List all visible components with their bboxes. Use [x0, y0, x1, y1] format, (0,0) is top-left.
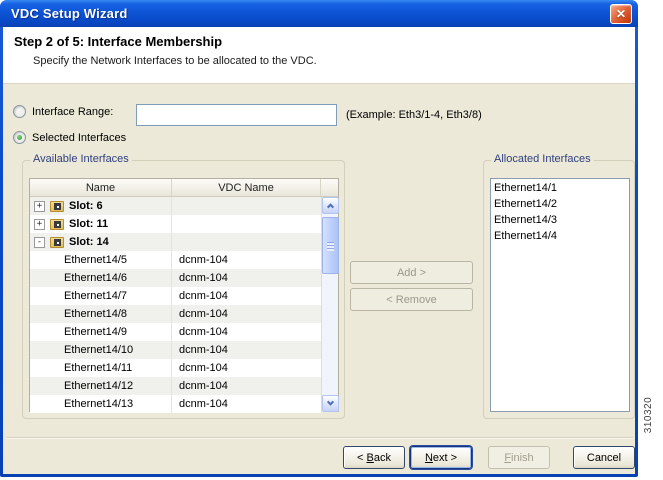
table-row[interactable]: - Slot: 14 — [30, 233, 321, 251]
row-vdc-cell: dcnm-104 — [179, 290, 228, 302]
cancel-button[interactable]: Cancel — [573, 446, 635, 469]
selected-interfaces-option: Selected Interfaces — [13, 131, 126, 144]
expand-icon[interactable]: + — [34, 218, 45, 230]
table-row[interactable]: Ethernet14/10 dcnm-104 — [30, 341, 321, 359]
chevron-down-icon — [326, 398, 335, 406]
row-name-cell: Ethernet14/7 — [30, 287, 172, 305]
title-bar[interactable]: VDC Setup Wizard ✕ — [0, 0, 638, 27]
column-header-name[interactable]: Name — [30, 179, 172, 196]
available-table-scrollbar[interactable] — [321, 197, 339, 412]
allocated-interfaces-group: Allocated Interfaces Ethernet14/1 Etherne… — [483, 153, 635, 419]
slot-icon — [50, 218, 64, 230]
row-name-cell: Ethernet14/5 — [30, 251, 172, 269]
row-vdc-cell: dcnm-104 — [179, 380, 228, 392]
row-label: Ethernet14/5 — [64, 254, 127, 266]
list-item[interactable]: Ethernet14/4 — [491, 228, 629, 244]
table-row[interactable]: Ethernet14/9 dcnm-104 — [30, 323, 321, 341]
row-label: Slot: 11 — [69, 218, 109, 230]
list-item[interactable]: Ethernet14/2 — [491, 196, 629, 212]
table-header-row: Name VDC Name — [30, 179, 338, 197]
next-button[interactable]: Next > — [410, 446, 472, 469]
finish-button[interactable]: Finish — [488, 446, 550, 469]
row-label: Ethernet14/10 — [64, 344, 134, 356]
row-label: Slot: 14 — [69, 236, 109, 248]
scroll-thumb[interactable] — [322, 217, 339, 274]
step-title: Step 2 of 5: Interface Membership — [14, 34, 223, 49]
column-header-vdc-name[interactable]: VDC Name — [172, 179, 321, 196]
interface-range-option: Interface Range: — [13, 105, 113, 118]
row-name-cell: Ethernet14/9 — [30, 323, 172, 341]
table-row[interactable]: Ethernet14/12 dcnm-104 — [30, 377, 321, 395]
interface-range-radio[interactable] — [13, 105, 26, 118]
row-label: Ethernet14/9 — [64, 326, 127, 338]
table-row[interactable]: Ethernet14/6 dcnm-104 — [30, 269, 321, 287]
remove-button[interactable]: < Remove — [350, 288, 473, 311]
scroll-down-button[interactable] — [322, 395, 339, 412]
column-header-filler — [321, 179, 338, 196]
row-name-cell: Ethernet14/12 — [30, 377, 172, 395]
chevron-up-icon — [326, 203, 335, 211]
list-item[interactable]: Ethernet14/3 — [491, 212, 629, 228]
slot-icon — [50, 200, 64, 212]
back-button[interactable]: < Back — [343, 446, 405, 469]
figure-number: 310320 — [643, 396, 654, 434]
table-row[interactable]: + Slot: 11 — [30, 215, 321, 233]
row-vdc-cell: dcnm-104 — [179, 326, 228, 338]
row-label: Ethernet14/11 — [64, 362, 133, 374]
row-label: Slot: 6 — [69, 200, 103, 212]
step-description: Specify the Network Interfaces to be all… — [33, 55, 317, 67]
selected-interfaces-label[interactable]: Selected Interfaces — [32, 132, 126, 144]
row-vdc-cell: dcnm-104 — [179, 344, 228, 356]
row-name-cell: + Slot: 6 — [30, 197, 172, 215]
page: VDC Setup Wizard ✕ Step 2 of 5: Interfac… — [0, 0, 663, 480]
table-row[interactable]: Ethernet14/5 dcnm-104 — [30, 251, 321, 269]
row-vdc-cell: dcnm-104 — [179, 362, 228, 374]
footer-separator — [7, 437, 633, 439]
available-interfaces-table: Name VDC Name + Slot: 6 + Slot: 11 - Slot: 14… — [29, 178, 339, 413]
slot-icon — [50, 236, 64, 248]
table-row[interactable]: Ethernet14/8 dcnm-104 — [30, 305, 321, 323]
add-button[interactable]: Add > — [350, 261, 473, 284]
row-name-cell: Ethernet14/13 — [30, 395, 172, 413]
list-item[interactable]: Ethernet14/1 — [491, 180, 629, 196]
table-row[interactable]: + Slot: 6 — [30, 197, 321, 215]
row-vdc-cell: dcnm-104 — [179, 398, 228, 410]
selected-interfaces-radio[interactable] — [13, 131, 26, 144]
row-vdc-cell: dcnm-104 — [179, 254, 228, 266]
row-label: Ethernet14/13 — [64, 398, 134, 410]
wizard-header: Step 2 of 5: Interface Membership Specif… — [3, 27, 635, 84]
row-name-cell: + Slot: 11 — [30, 215, 172, 233]
close-icon: ✕ — [615, 6, 627, 21]
available-interfaces-group-label: Available Interfaces — [30, 153, 132, 165]
table-row[interactable]: Ethernet14/11 dcnm-104 — [30, 359, 321, 377]
vdc-setup-wizard-dialog: VDC Setup Wizard ✕ Step 2 of 5: Interfac… — [0, 0, 638, 477]
row-name-cell: - Slot: 14 — [30, 233, 172, 251]
interface-range-input[interactable] — [136, 104, 337, 126]
table-row[interactable]: Ethernet14/7 dcnm-104 — [30, 287, 321, 305]
row-label: Ethernet14/12 — [64, 380, 134, 392]
row-label: Ethernet14/8 — [64, 308, 127, 320]
row-label: Ethernet14/7 — [64, 290, 127, 302]
available-rows: + Slot: 6 + Slot: 11 - Slot: 14 Ethernet14/5 dc… — [30, 197, 321, 413]
window-title: VDC Setup Wizard — [11, 6, 128, 21]
row-name-cell: Ethernet14/11 — [30, 359, 172, 377]
close-button[interactable]: ✕ — [610, 3, 632, 24]
row-vdc-cell: dcnm-104 — [179, 308, 228, 320]
interface-range-example-hint: (Example: Eth3/1-4, Eth3/8) — [346, 109, 482, 121]
available-interfaces-group: Available Interfaces Name VDC Name + Slot… — [22, 153, 345, 419]
table-row[interactable]: Ethernet14/13 dcnm-104 — [30, 395, 321, 413]
scroll-up-button[interactable] — [322, 197, 339, 214]
row-name-cell: Ethernet14/8 — [30, 305, 172, 323]
expand-icon[interactable]: + — [34, 200, 45, 212]
allocated-interfaces-group-label: Allocated Interfaces — [491, 153, 594, 165]
row-name-cell: Ethernet14/6 — [30, 269, 172, 287]
row-label: Ethernet14/6 — [64, 272, 127, 284]
row-vdc-cell: dcnm-104 — [179, 272, 228, 284]
interface-range-label[interactable]: Interface Range: — [32, 106, 113, 118]
collapse-icon[interactable]: - — [34, 236, 45, 248]
row-name-cell: Ethernet14/10 — [30, 341, 172, 359]
dialog-client-area: Step 2 of 5: Interface Membership Specif… — [3, 27, 635, 474]
allocated-interfaces-list[interactable]: Ethernet14/1 Ethernet14/2 Ethernet14/3 Ethe… — [490, 178, 630, 412]
